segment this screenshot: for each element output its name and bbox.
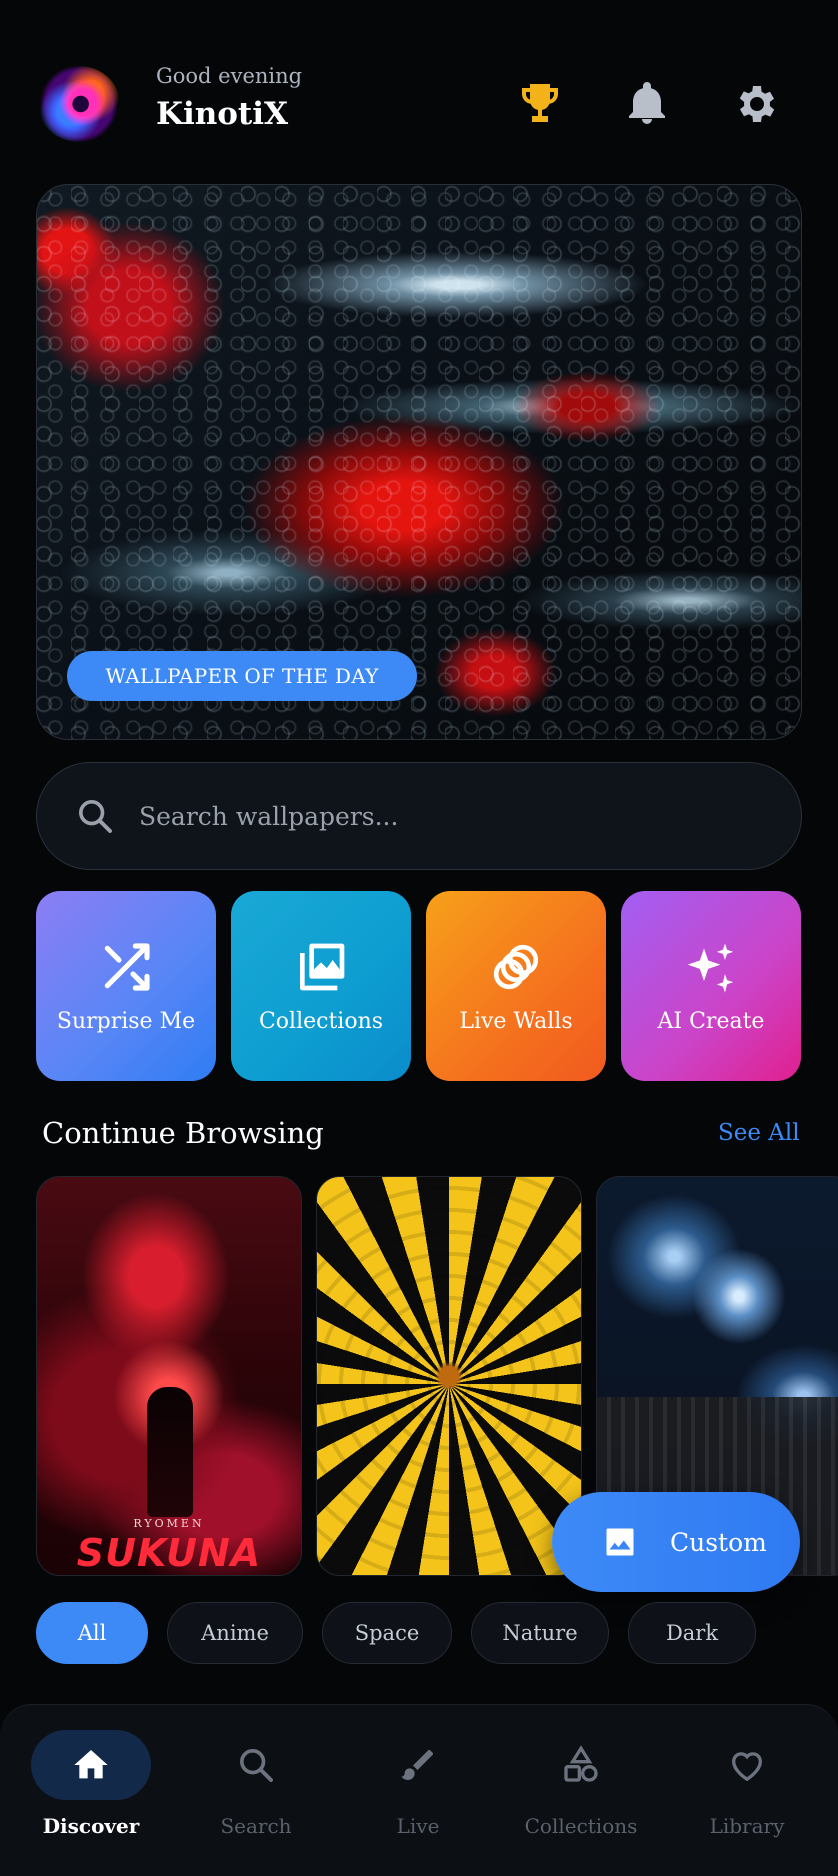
nav-label: Live xyxy=(396,1814,440,1838)
search-icon xyxy=(79,800,112,833)
bell-icon[interactable] xyxy=(619,76,675,132)
home-icon xyxy=(74,1750,108,1779)
wallpaper-image xyxy=(317,1177,581,1575)
see-all-link[interactable]: See All xyxy=(718,1120,800,1146)
nav-label: Discover xyxy=(42,1814,140,1838)
chip-space[interactable]: Space xyxy=(322,1602,452,1664)
greeting-text: Good evening xyxy=(156,64,303,88)
nav-collections[interactable]: Collections xyxy=(506,1730,656,1860)
search-placeholder: Search wallpapers... xyxy=(139,801,399,831)
photo-library-icon xyxy=(300,943,345,990)
wallpaper-of-the-day-badge: WALLPAPER OF THE DAY xyxy=(67,651,417,701)
tile-label: Live Walls xyxy=(459,1008,573,1034)
tile-label: AI Create xyxy=(657,1008,765,1034)
shuffle-icon xyxy=(104,942,150,991)
username: KinotiX xyxy=(156,96,289,132)
nav-library[interactable]: Library xyxy=(672,1730,822,1860)
shapes-icon xyxy=(564,1745,598,1782)
chip-dark[interactable]: Dark xyxy=(628,1602,756,1664)
tile-label: Collections xyxy=(258,1008,384,1034)
nav-label: Search xyxy=(220,1814,292,1838)
continue-browsing-title: Continue Browsing xyxy=(42,1116,324,1150)
nav-live[interactable]: Live xyxy=(343,1730,493,1860)
nav-label: Collections xyxy=(524,1814,638,1838)
avatar[interactable] xyxy=(38,66,120,142)
gear-icon[interactable] xyxy=(727,76,783,132)
tile-label: Surprise Me xyxy=(56,1008,196,1034)
wallpaper-figure xyxy=(147,1387,193,1517)
custom-button-label: Custom xyxy=(670,1527,767,1557)
live-walls-button[interactable]: Live Walls xyxy=(426,891,606,1081)
wallpaper-subtitle: RYOMEN xyxy=(133,1517,205,1530)
search-input[interactable]: Search wallpapers... xyxy=(36,762,802,870)
wallpaper-title: SUKUNA xyxy=(76,1531,262,1575)
nav-label: Library xyxy=(709,1814,785,1838)
collections-button[interactable]: Collections xyxy=(231,891,411,1081)
wallpaper-card[interactable]: RYOMEN SUKUNA xyxy=(36,1176,302,1576)
heart-icon xyxy=(732,1752,762,1782)
chip-anime[interactable]: Anime xyxy=(167,1602,303,1664)
trophy-icon[interactable] xyxy=(512,76,568,132)
nav-discover[interactable]: Discover xyxy=(16,1730,166,1860)
rings-icon xyxy=(493,944,539,989)
search-icon xyxy=(240,1749,273,1782)
wallpaper-of-the-day-card[interactable]: WALLPAPER OF THE DAY xyxy=(36,184,802,740)
custom-button[interactable]: Custom xyxy=(552,1492,800,1592)
wallpaper-card[interactable] xyxy=(316,1176,582,1576)
chip-all[interactable]: All xyxy=(36,1602,148,1664)
nav-search[interactable]: Search xyxy=(181,1730,331,1860)
brush-icon xyxy=(401,1750,433,1780)
chip-nature[interactable]: Nature xyxy=(471,1602,609,1664)
surprise-me-button[interactable]: Surprise Me xyxy=(36,891,216,1081)
sparkles-icon xyxy=(687,943,734,993)
ai-create-button[interactable]: AI Create xyxy=(621,891,801,1081)
image-icon xyxy=(606,1528,634,1556)
